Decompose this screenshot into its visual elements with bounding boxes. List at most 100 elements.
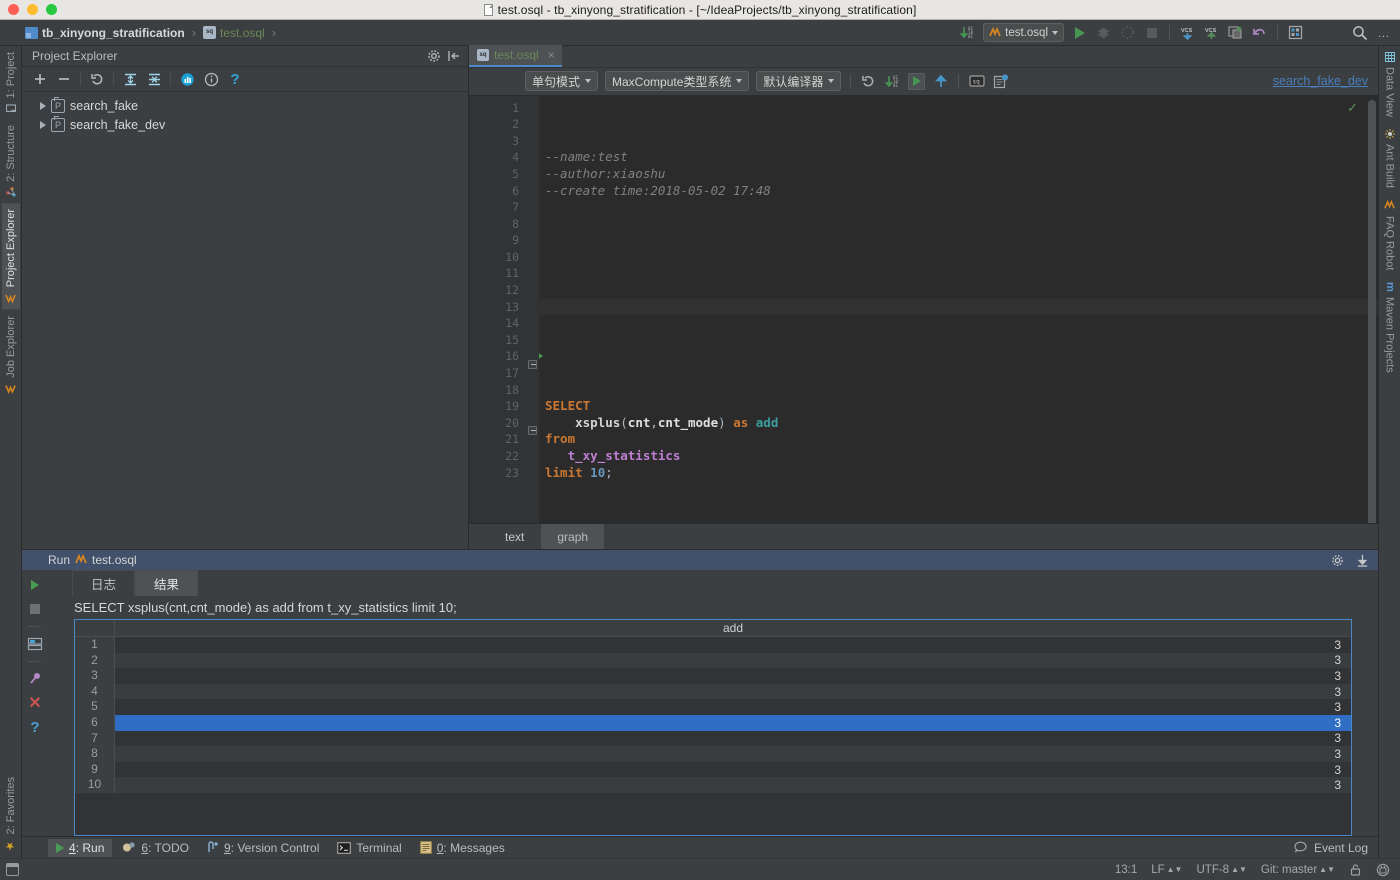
code-content[interactable]: --name:test --author:xiaoshu --create time…: [539, 96, 1378, 524]
lock-icon[interactable]: [1349, 863, 1362, 876]
mode-select[interactable]: 单句模式: [525, 71, 599, 92]
breadcrumb-item-file[interactable]: sq test.osql: [200, 25, 268, 41]
editor-scrollbar[interactable]: [1368, 99, 1376, 524]
tab-result[interactable]: 结果: [135, 570, 199, 596]
code-line[interactable]: [545, 216, 1378, 233]
code-line[interactable]: [545, 265, 1378, 282]
table-row[interactable]: 53: [75, 699, 1351, 715]
collapse-panel-icon[interactable]: [446, 48, 462, 64]
result-table-body[interactable]: 1 3 2 3 3 3 4 3 5 3 6 3 7 3 8 3 9 3 10 3: [75, 637, 1351, 793]
tree-item-search-fake[interactable]: P search_fake: [22, 96, 468, 115]
table-row[interactable]: 13: [75, 637, 1351, 653]
code-line[interactable]: --author:xiaoshu: [545, 166, 1378, 183]
bottom-item-messages[interactable]: 0: Messages: [412, 839, 513, 857]
tab-text[interactable]: text: [489, 524, 542, 549]
table-row[interactable]: 33: [75, 668, 1351, 684]
info-icon[interactable]: [200, 69, 222, 90]
table-row[interactable]: 83: [75, 746, 1351, 762]
code-line[interactable]: --name:test: [545, 149, 1378, 166]
maxcompute-icon[interactable]: [1287, 24, 1304, 41]
table-row[interactable]: 43: [75, 683, 1351, 700]
bottom-item-todo[interactable]: 6: TODO: [114, 839, 197, 857]
cell-add[interactable]: 3: [115, 778, 1351, 792]
tab-test-osql[interactable]: sq test.osql ×: [469, 45, 562, 67]
cell-add[interactable]: 3: [115, 653, 1351, 667]
code-line[interactable]: --create time:2018-05-02 17:48: [545, 183, 1378, 200]
print-icon[interactable]: [25, 635, 45, 653]
tab-graph[interactable]: graph: [541, 524, 606, 549]
sidebar-item-project[interactable]: 1: Project: [2, 46, 20, 119]
code-line[interactable]: [545, 481, 1378, 498]
close-icon[interactable]: ✕: [25, 694, 45, 712]
table-row[interactable]: 10 3: [75, 777, 1351, 793]
expand-all-icon[interactable]: [119, 69, 141, 90]
file-encoding[interactable]: UTF-8 ▲▼: [1196, 864, 1246, 876]
remove-icon[interactable]: [53, 69, 75, 90]
sql-console-icon[interactable]: sq: [968, 73, 985, 90]
code-line[interactable]: xsplus(cnt,cnt_mode) as add: [545, 415, 1378, 432]
vcs-history-icon[interactable]: [1227, 24, 1244, 41]
cell-add[interactable]: 3: [115, 763, 1351, 777]
code-line[interactable]: SELECT: [545, 398, 1378, 415]
more-icon[interactable]: …: [1375, 24, 1392, 41]
run-icon[interactable]: [908, 72, 926, 90]
export-icon[interactable]: [1354, 552, 1370, 568]
code-line[interactable]: [545, 382, 1378, 399]
gear-icon[interactable]: [426, 48, 442, 64]
cell-add[interactable]: 3: [115, 700, 1351, 714]
settings-icon[interactable]: [1329, 552, 1345, 568]
fold-region-start[interactable]: [528, 359, 537, 369]
compiler-select[interactable]: 默认编译器: [756, 71, 842, 92]
table-row[interactable]: 63: [75, 714, 1351, 731]
refresh-icon[interactable]: [86, 69, 108, 90]
sidebar-item-ant-build[interactable]: Ant Build: [1381, 123, 1399, 194]
scrollbar-thumb[interactable]: [1368, 99, 1376, 524]
sidebar-item-project-explorer[interactable]: Project Explorer: [1, 203, 20, 310]
code-line[interactable]: [545, 348, 1378, 365]
inspector-icon[interactable]: [1376, 863, 1390, 877]
cell-add[interactable]: 3: [115, 716, 1351, 730]
code-line[interactable]: t_xy_statistics: [545, 448, 1378, 465]
type-system-select[interactable]: MaxCompute类型系统: [605, 71, 750, 92]
result-table[interactable]: add 1 3 2 3 3 3 4 3 5 3 6 3 7 3 8 3 9 3 10 3: [74, 619, 1352, 836]
line-separator[interactable]: LF ▲▼: [1151, 864, 1182, 876]
event-log-area[interactable]: Event Log: [1294, 841, 1378, 855]
git-branch[interactable]: Git: master ▲▼: [1261, 864, 1335, 876]
code-line[interactable]: [545, 315, 1378, 332]
run-icon[interactable]: [1071, 24, 1088, 41]
column-header-add[interactable]: add: [115, 621, 1351, 635]
event-log-label[interactable]: Event Log: [1314, 841, 1368, 855]
cell-add[interactable]: 3: [115, 685, 1351, 699]
tree-item-search-fake-dev[interactable]: P search_fake_dev: [22, 115, 468, 134]
sidebar-item-data-view[interactable]: Data View: [1381, 46, 1399, 123]
add-icon[interactable]: [29, 69, 51, 90]
sidebar-item-maven-projects[interactable]: m Maven Projects: [1381, 276, 1399, 379]
help-icon[interactable]: ?: [25, 718, 45, 736]
code-line[interactable]: [545, 514, 1378, 523]
tab-log[interactable]: 日志: [72, 570, 136, 596]
code-line[interactable]: from: [545, 431, 1378, 448]
cell-add[interactable]: 3: [115, 731, 1351, 745]
table-row[interactable]: 23: [75, 652, 1351, 669]
code-line[interactable]: [545, 199, 1378, 216]
code-line[interactable]: [545, 365, 1378, 382]
vcs-commit-icon[interactable]: VCS: [1203, 24, 1220, 41]
search-icon[interactable]: [1351, 24, 1368, 41]
bottom-item-terminal[interactable]: Terminal: [329, 839, 409, 857]
sidebar-item-favorites[interactable]: ★ 2: Favorites: [2, 771, 20, 858]
sync-icon[interactable]: [860, 73, 877, 90]
caret-position[interactable]: 13:1: [1115, 864, 1137, 876]
code-editor[interactable]: 1 2 3 4 5 6 7 8 9 10 11 12 13 14 15 16 17 18 19 20 21 22 23 --…: [469, 95, 1378, 524]
sidebar-item-job-explorer[interactable]: Job Explorer: [2, 310, 20, 400]
download-icon[interactable]: 01 10 01: [884, 73, 901, 90]
new-query-icon[interactable]: [992, 73, 1009, 90]
undo-icon[interactable]: [1251, 24, 1268, 41]
run-icon[interactable]: [25, 576, 45, 594]
update-project-icon[interactable]: 01 10 01: [959, 24, 976, 41]
editor-project-link[interactable]: search_fake_dev: [1273, 74, 1368, 88]
cell-add[interactable]: 3: [115, 669, 1351, 683]
close-icon[interactable]: ×: [548, 48, 555, 62]
table-row[interactable]: 93: [75, 761, 1351, 778]
help-icon[interactable]: ?: [224, 69, 246, 90]
chevron-right-icon-2[interactable]: [40, 120, 46, 129]
